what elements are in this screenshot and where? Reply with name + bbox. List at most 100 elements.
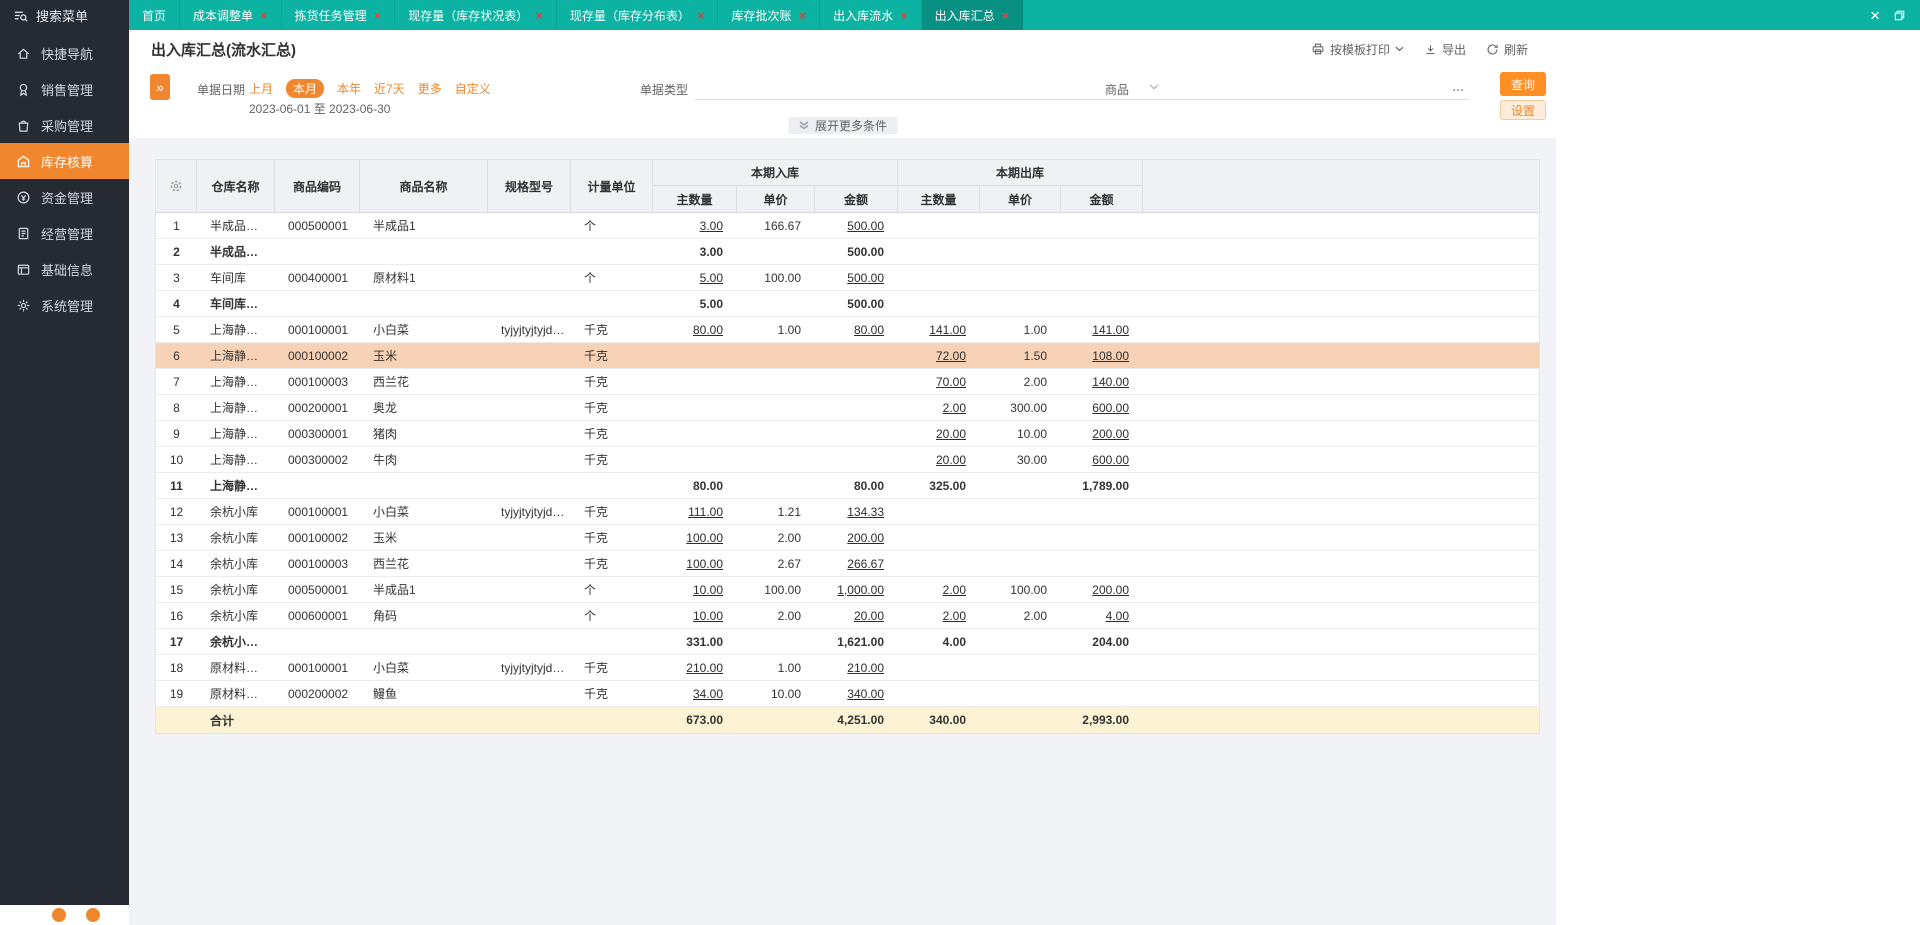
col-header-out-amount[interactable]: 金额 <box>1061 186 1143 212</box>
drill-down-link[interactable]: 1,000.00 <box>837 583 884 597</box>
table-row[interactable]: 19 原材料仓库 000200002 鳗鱼 千克 34.00 10.00 340.00 <box>156 681 1539 707</box>
drill-down-link[interactable]: 3.00 <box>700 219 723 233</box>
drill-down-link[interactable]: 20.00 <box>854 609 884 623</box>
tab-close-icon[interactable]: × <box>798 9 806 22</box>
col-header-code[interactable]: 商品编码 <box>275 160 360 212</box>
drill-down-link[interactable]: 20.00 <box>936 427 966 441</box>
sidebar-item-sales[interactable]: 销售管理 <box>0 71 129 107</box>
table-row[interactable]: 9 上海静安仓 000300001 猪肉 千克 20.00 10.00 200.00 <box>156 421 1539 447</box>
product-input[interactable]: … <box>1137 74 1469 100</box>
tab-item[interactable]: 现存量（库存分布表） × <box>557 0 719 30</box>
tab-close-icon[interactable]: × <box>697 9 705 22</box>
drill-down-link[interactable]: 10.00 <box>693 609 723 623</box>
col-header-name[interactable]: 商品名称 <box>360 160 488 212</box>
col-header-unit[interactable]: 计量单位 <box>571 160 653 212</box>
drill-down-link[interactable]: 500.00 <box>847 219 884 233</box>
sidebar-search-menu[interactable]: 搜索菜单 <box>0 0 129 30</box>
tab-close-icon[interactable]: × <box>260 9 268 22</box>
print-by-template-button[interactable]: 按模板打印 <box>1311 41 1404 58</box>
footer-quick-icon-1[interactable] <box>52 908 66 922</box>
sidebar-item-funds[interactable]: 资金管理 <box>0 179 129 215</box>
col-header-spec[interactable]: 规格型号 <box>488 160 571 212</box>
query-button[interactable]: 查询 <box>1500 72 1546 96</box>
drill-down-link[interactable]: 4.00 <box>1106 609 1129 623</box>
drill-down-link[interactable]: 80.00 <box>693 323 723 337</box>
drill-down-link[interactable]: 500.00 <box>847 271 884 285</box>
drill-down-link[interactable]: 5.00 <box>700 271 723 285</box>
refresh-button[interactable]: 刷新 <box>1486 41 1528 58</box>
date-option-selected[interactable]: 本月 <box>286 79 325 98</box>
date-range-value[interactable]: 2023-06-01 至 2023-06-30 <box>249 100 390 117</box>
drill-down-link[interactable]: 20.00 <box>936 453 966 467</box>
drill-down-link[interactable]: 340.00 <box>847 687 884 701</box>
drill-down-link[interactable]: 70.00 <box>936 375 966 389</box>
tab-item[interactable]: 库存批次账 × <box>718 0 821 30</box>
tab-close-icon[interactable]: × <box>900 9 908 22</box>
tab-close-icon[interactable]: × <box>535 9 543 22</box>
table-row[interactable]: 14 余杭小库 000100003 西兰花 千克 100.00 2.67 266.67 <box>156 551 1539 577</box>
table-row[interactable]: 13 余杭小库 000100002 玉米 千克 100.00 2.00 200.00 <box>156 525 1539 551</box>
drill-down-link[interactable]: 140.00 <box>1092 375 1129 389</box>
table-row[interactable]: 5 上海静安仓 000100001 小白菜 tyjyjtyjtyjdf... 千克 80.0… <box>156 317 1539 343</box>
drill-down-link[interactable]: 210.00 <box>847 661 884 675</box>
col-header-in-amount[interactable]: 金额 <box>815 186 898 212</box>
drill-down-link[interactable]: 100.00 <box>686 557 723 571</box>
sidebar-item-operation[interactable]: 经营管理 <box>0 215 129 251</box>
drill-down-link[interactable]: 600.00 <box>1092 401 1129 415</box>
restore-icon[interactable] <box>1894 10 1905 21</box>
table-subtotal-row[interactable]: 17 余杭小库【... 331.00 1,621.00 4.00 204.00 <box>156 629 1539 655</box>
sidebar-item-system[interactable]: 系统管理 <box>0 287 129 323</box>
export-button[interactable]: 导出 <box>1424 41 1466 58</box>
table-row[interactable]: 16 余杭小库 000600001 角码 个 10.00 2.00 20.00 2.00 2.00… <box>156 603 1539 629</box>
table-row[interactable]: 8 上海静安仓 000200001 奥龙 千克 2.00 300.00 600.00 <box>156 395 1539 421</box>
drill-down-link[interactable]: 34.00 <box>693 687 723 701</box>
col-group-inbound[interactable]: 本期入库 <box>653 160 898 186</box>
col-header-in-qty[interactable]: 主数量 <box>653 186 737 212</box>
date-option[interactable]: 更多 <box>418 80 442 97</box>
doc-type-select[interactable] <box>695 74 1165 100</box>
drill-down-link[interactable]: 600.00 <box>1092 453 1129 467</box>
drill-down-link[interactable]: 2.00 <box>943 583 966 597</box>
table-row[interactable]: 7 上海静安仓 000100003 西兰花 千克 70.00 2.00 140.00 <box>156 369 1539 395</box>
tab-item[interactable]: 成本调整单 × <box>180 0 282 30</box>
table-row[interactable]: 3 车间库 000400001 原材料1 个 5.00 100.00 500.00 <box>156 265 1539 291</box>
tab-active[interactable]: 出入库汇总 × <box>921 0 1024 30</box>
double-angle-right-icon[interactable]: » <box>150 74 170 100</box>
drill-down-link[interactable]: 210.00 <box>686 661 723 675</box>
col-header-out-price[interactable]: 单价 <box>980 186 1061 212</box>
sidebar-item-inventory[interactable]: 库存核算 <box>0 143 129 179</box>
drill-down-link[interactable]: 141.00 <box>1092 323 1129 337</box>
table-subtotal-row[interactable]: 11 上海静安仓... 80.00 80.00 325.00 1,789.00 <box>156 473 1539 499</box>
drill-down-link[interactable]: 200.00 <box>1092 427 1129 441</box>
drill-down-link[interactable]: 2.00 <box>943 609 966 623</box>
drill-down-link[interactable]: 141.00 <box>929 323 966 337</box>
close-icon[interactable]: × <box>1870 7 1880 24</box>
date-option[interactable]: 近7天 <box>374 80 405 97</box>
tab-close-icon[interactable]: × <box>374 9 382 22</box>
drill-down-link[interactable]: 108.00 <box>1092 349 1129 363</box>
col-group-outbound[interactable]: 本期出库 <box>898 160 1143 186</box>
tab-item[interactable]: 拣货任务管理 × <box>282 0 396 30</box>
date-option[interactable]: 本年 <box>337 80 361 97</box>
drill-down-link[interactable]: 266.67 <box>847 557 884 571</box>
tab-close-icon[interactable]: × <box>1002 9 1010 22</box>
drill-down-link[interactable]: 200.00 <box>847 531 884 545</box>
date-option[interactable]: 上月 <box>249 80 273 97</box>
sidebar-item-baseinfo[interactable]: 基础信息 <box>0 251 129 287</box>
table-subtotal-row[interactable]: 4 车间库【小... 5.00 500.00 <box>156 291 1539 317</box>
col-header-warehouse[interactable]: 仓库名称 <box>197 160 275 212</box>
drill-down-link[interactable]: 200.00 <box>1092 583 1129 597</box>
table-subtotal-row[interactable]: 2 半成品仓库... 3.00 500.00 <box>156 239 1539 265</box>
footer-quick-icon-2[interactable] <box>86 908 100 922</box>
table-row-selected[interactable]: 6 上海静安仓 000100002 玉米 千克 72.00 1.50 108.00 <box>156 343 1539 369</box>
settings-button[interactable]: 设置 <box>1500 100 1546 120</box>
date-option[interactable]: 自定义 <box>455 80 491 97</box>
drill-down-link[interactable]: 10.00 <box>693 583 723 597</box>
table-row[interactable]: 15 余杭小库 000500001 半成品1 个 10.00 100.00 1,000.00 2… <box>156 577 1539 603</box>
drill-down-link[interactable]: 134.33 <box>847 505 884 519</box>
col-header-in-price[interactable]: 单价 <box>737 186 815 212</box>
drill-down-link[interactable]: 80.00 <box>854 323 884 337</box>
drill-down-link[interactable]: 100.00 <box>686 531 723 545</box>
product-more-icon[interactable]: … <box>1452 80 1465 94</box>
sidebar-item-purchase[interactable]: 采购管理 <box>0 107 129 143</box>
